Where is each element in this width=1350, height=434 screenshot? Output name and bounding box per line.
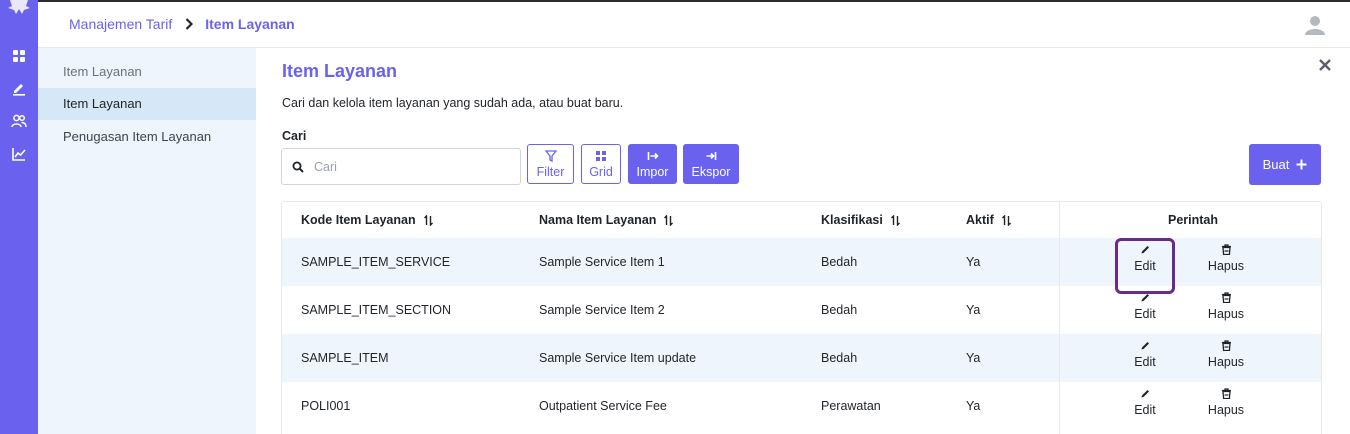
header-active-label: Aktif: [966, 213, 994, 227]
delete-button[interactable]: Hapus: [1196, 244, 1256, 273]
create-button[interactable]: Buat: [1249, 144, 1321, 185]
filter-button[interactable]: Filter: [527, 144, 574, 184]
breadcrumb-current: Item Layanan: [205, 16, 295, 32]
page-subtitle: Cari dan kelola item layanan yang sudah …: [282, 96, 624, 110]
cell-active: Ya: [966, 399, 981, 413]
user-avatar-icon[interactable]: [1304, 14, 1326, 36]
create-label: Buat: [1262, 157, 1290, 172]
edit-label: Edit: [1134, 307, 1156, 321]
sidebar-item-item-layanan[interactable]: Item Layanan: [38, 88, 256, 120]
cell-active: Ya: [966, 351, 981, 365]
edit-button[interactable]: Edit: [1115, 340, 1175, 369]
grid-button[interactable]: Grid: [581, 144, 621, 184]
sidebar-section-item-layanan[interactable]: Item Layanan: [38, 56, 256, 88]
edit-highlight-box: [1115, 238, 1175, 294]
top-bar: Manajemen Tarif Item Layanan: [38, 0, 1350, 48]
app-rail: [0, 0, 38, 434]
chevron-right-icon: [185, 18, 194, 30]
cell-code: SAMPLE_ITEM_SECTION: [301, 303, 452, 317]
cell-classification: Bedah: [821, 351, 858, 365]
chart-icon[interactable]: [11, 146, 27, 162]
header-actions: Perintah: [1168, 213, 1218, 227]
trash-icon: [1221, 292, 1231, 303]
sort-icon: [423, 214, 433, 226]
edit-label: Edit: [1134, 355, 1156, 369]
header-code-label: Kode Item Layanan: [301, 213, 416, 227]
pencil-icon: [1141, 342, 1149, 350]
header-code[interactable]: Kode Item Layanan: [301, 213, 433, 227]
cell-classification: Bedah: [821, 255, 858, 269]
filter-icon: [544, 150, 557, 163]
cell-name: Sample Service Item update: [539, 351, 697, 365]
table-row: SAMPLE_ITEM Sample Service Item update B…: [282, 334, 1321, 382]
sort-icon: [1001, 214, 1011, 226]
search-label: Cari: [282, 129, 307, 143]
cell-code: POLI001: [301, 399, 351, 413]
export-icon: [705, 150, 717, 162]
users-icon[interactable]: [11, 113, 27, 129]
import-label: Impor: [636, 165, 669, 179]
header-classification-label: Klasifikasi: [821, 213, 883, 227]
export-button[interactable]: Ekspor: [683, 144, 739, 184]
close-icon[interactable]: [1318, 58, 1332, 72]
cell-active: Ya: [966, 255, 981, 269]
delete-label: Hapus: [1207, 259, 1245, 273]
header-classification[interactable]: Klasifikasi: [821, 213, 900, 227]
cell-classification: Bedah: [821, 303, 858, 317]
trash-icon: [1221, 340, 1231, 351]
cell-name: Sample Service Item 1: [539, 255, 665, 269]
import-button[interactable]: Impor: [628, 144, 677, 184]
grid-label: Grid: [589, 165, 613, 179]
service-item-table: Kode Item Layanan Nama Item Layanan Klas…: [281, 201, 1322, 434]
delete-label: Hapus: [1207, 355, 1245, 369]
trash-icon: [1221, 388, 1231, 399]
dashboard-icon[interactable]: [11, 48, 27, 64]
main-content: Item Layanan Cari dan kelola item layana…: [256, 48, 1350, 434]
delete-button[interactable]: Hapus: [1196, 388, 1256, 417]
cell-name: Outpatient Service Fee: [539, 399, 667, 413]
table-header: Kode Item Layanan Nama Item Layanan Klas…: [282, 202, 1321, 238]
breadcrumb-parent[interactable]: Manajemen Tarif: [69, 16, 172, 32]
header-name[interactable]: Nama Item Layanan: [539, 213, 674, 227]
delete-label: Hapus: [1207, 403, 1245, 417]
app-logo-icon[interactable]: [8, 0, 30, 14]
sort-icon: [664, 214, 674, 226]
filter-label: Filter: [536, 165, 565, 179]
edit-label: Edit: [1134, 403, 1156, 417]
actions-column-divider: [1059, 202, 1060, 434]
cell-code: SAMPLE_ITEM: [301, 351, 389, 365]
table-row: POLI001 Outpatient Service Fee Perawatan…: [282, 382, 1321, 430]
delete-button[interactable]: Hapus: [1196, 340, 1256, 369]
cell-name: Sample Service Item 2: [539, 303, 665, 317]
grid-icon: [595, 150, 607, 162]
cell-active: Ya: [966, 303, 981, 317]
cell-classification: Perawatan: [821, 399, 881, 413]
sort-icon: [890, 214, 900, 226]
edit-button[interactable]: Edit: [1115, 292, 1175, 321]
header-active[interactable]: Aktif: [966, 213, 1011, 227]
search-box: [281, 148, 521, 185]
export-label: Ekspor: [691, 165, 731, 179]
delete-label: Hapus: [1207, 307, 1245, 321]
secondary-sidebar: Item Layanan Item Layanan Penugasan Item…: [38, 48, 256, 434]
pencil-icon: [1141, 390, 1149, 398]
header-name-label: Nama Item Layanan: [539, 213, 657, 227]
edit-button[interactable]: Edit: [1115, 388, 1175, 417]
trash-icon: [1221, 244, 1231, 255]
plus-icon: [1296, 159, 1307, 170]
delete-button[interactable]: Hapus: [1196, 292, 1256, 321]
import-icon: [647, 150, 659, 162]
sidebar-item-penugasan-item-layanan[interactable]: Penugasan Item Layanan: [38, 121, 256, 153]
breadcrumb: Manajemen Tarif Item Layanan: [69, 16, 295, 32]
page-title: Item Layanan: [282, 61, 398, 81]
cell-code: SAMPLE_ITEM_SERVICE: [301, 255, 451, 269]
search-icon: [292, 160, 304, 173]
header-actions-label: Perintah: [1168, 213, 1219, 227]
edit-nav-icon[interactable]: [11, 80, 27, 96]
search-input[interactable]: [314, 157, 514, 177]
